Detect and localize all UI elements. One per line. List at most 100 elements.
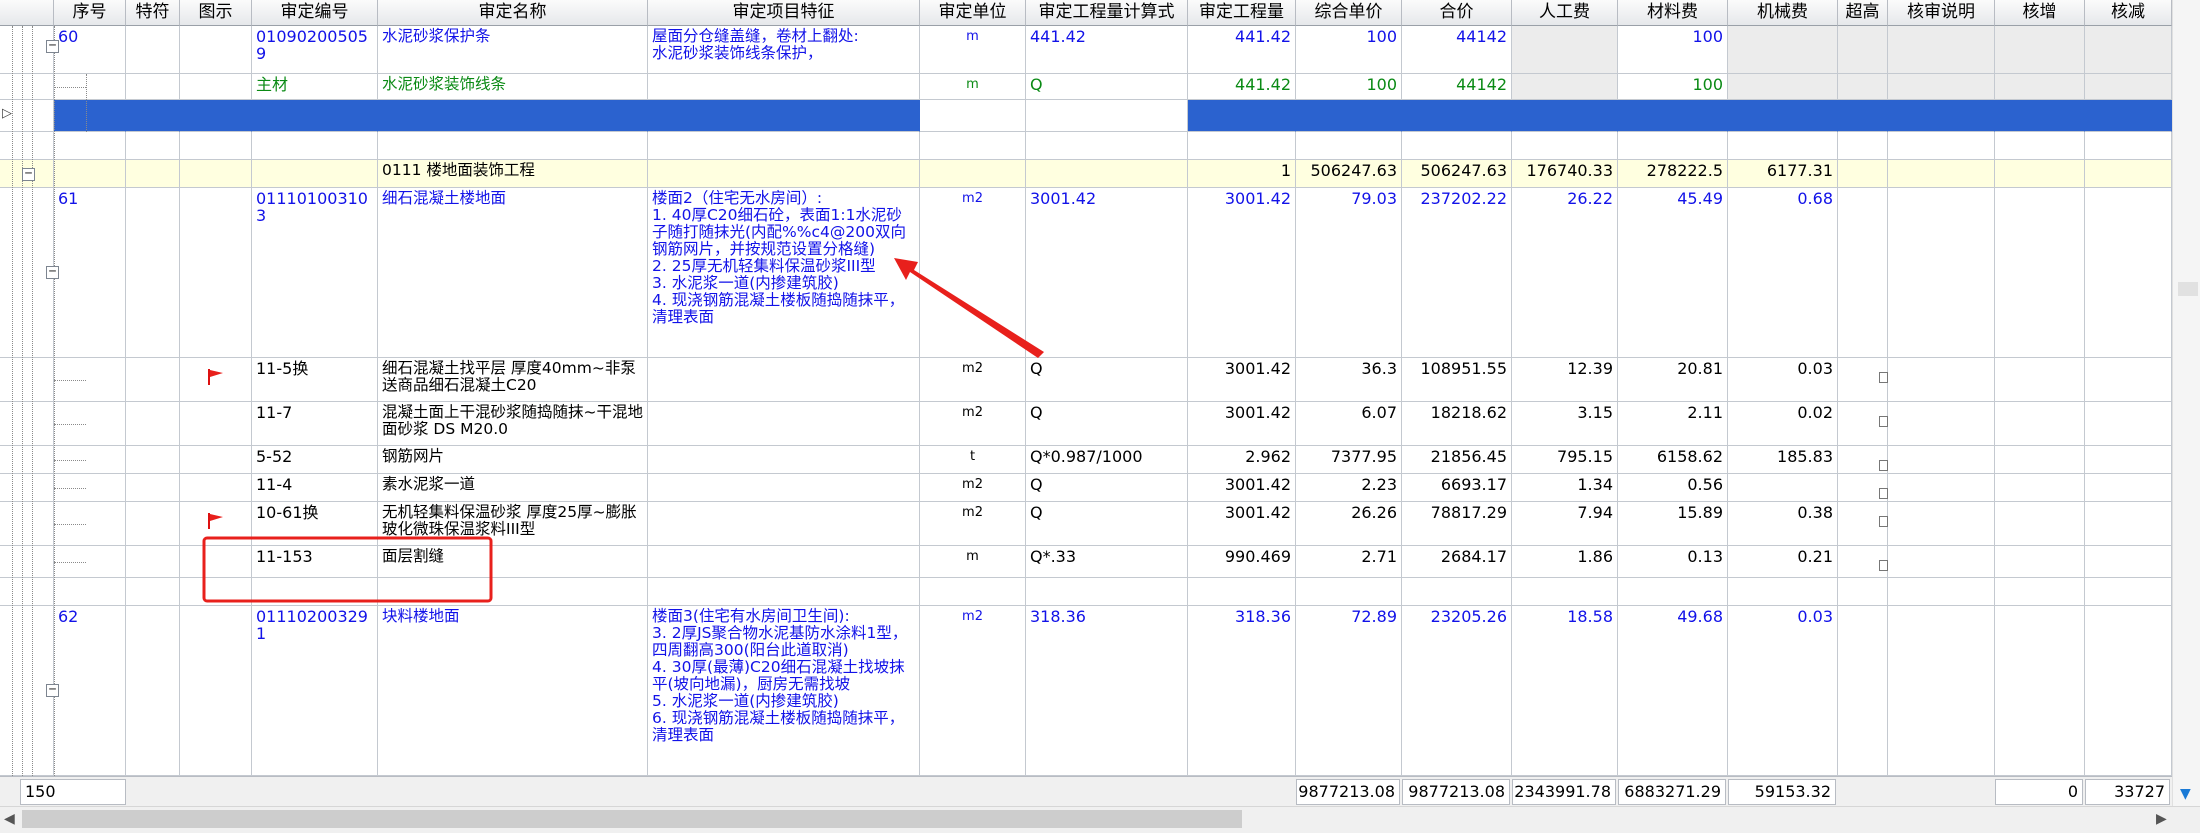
cell-dec[interactable]	[2085, 606, 2172, 776]
cell-inc[interactable]	[1995, 188, 2085, 358]
column-header-name[interactable]: 审定名称	[378, 0, 648, 26]
cell-labor[interactable]: 26.22	[1512, 188, 1618, 358]
cell-total[interactable]: 44142	[1402, 26, 1512, 74]
cell-seq[interactable]	[54, 160, 126, 188]
cell-dec[interactable]	[2085, 74, 2172, 100]
column-header-labor[interactable]: 人工费	[1512, 0, 1618, 26]
cell-price[interactable]: 100	[1296, 26, 1402, 74]
scroll-left-arrow-icon[interactable]: ◀	[4, 811, 18, 827]
cell-qty[interactable]: 1	[1188, 160, 1296, 188]
cell-total[interactable]: 78817.29	[1402, 502, 1512, 546]
cell-img[interactable]	[180, 606, 252, 776]
cell-super[interactable]	[1838, 160, 1888, 188]
cell-note[interactable]	[1888, 74, 1995, 100]
cell-mach[interactable]	[1728, 474, 1838, 502]
column-header-mach[interactable]: 机械费	[1728, 0, 1838, 26]
cell-qty[interactable]: 3001.42	[1188, 502, 1296, 546]
cell-spec[interactable]	[126, 606, 180, 776]
selected-row-cell-note[interactable]	[1888, 100, 1995, 132]
selected-row-cell-code[interactable]	[252, 100, 378, 132]
column-header-spec[interactable]: 特符	[126, 0, 180, 26]
cell-note[interactable]	[1888, 402, 1995, 446]
cell-mach[interactable]	[1728, 74, 1838, 100]
cell-formula[interactable]: Q	[1026, 474, 1188, 502]
cell-feature[interactable]: 楼面2（住宅无水房间）: 1. 40厚C20细石砼，表面1:1水泥砂子随打随抹光…	[648, 188, 920, 358]
cell-inc[interactable]	[1995, 446, 2085, 474]
cell-mach[interactable]: 0.68	[1728, 188, 1838, 358]
cell-spec[interactable]	[126, 446, 180, 474]
cell-code[interactable]: 11-4	[252, 474, 378, 502]
cell-total[interactable]: 506247.63	[1402, 160, 1512, 188]
cell-feature[interactable]	[648, 446, 920, 474]
selected-row-cell-seq[interactable]	[54, 100, 126, 132]
cell-qty[interactable]: 441.42	[1188, 74, 1296, 100]
column-header-price[interactable]: 综合单价	[1296, 0, 1402, 26]
row-count-field[interactable]: 150	[20, 779, 126, 805]
cell-img[interactable]	[180, 188, 252, 358]
cell-img[interactable]	[180, 26, 252, 74]
cell-code[interactable]: 011101003103	[252, 188, 378, 358]
cell-note[interactable]	[1888, 358, 1995, 402]
cell-mat[interactable]: 2.11	[1618, 402, 1728, 446]
cell-name[interactable]: 混凝土面上干混砂浆随捣随抹~干混地面砂浆 DS M20.0	[378, 402, 648, 446]
cell-unit[interactable]: m2	[920, 358, 1026, 402]
column-header-code[interactable]: 审定编号	[252, 0, 378, 26]
collapse-toggle-row-60[interactable]: −	[46, 39, 59, 53]
row-checkbox[interactable]	[1879, 460, 1888, 471]
cell-price[interactable]: 6.07	[1296, 402, 1402, 446]
cell-feature[interactable]	[648, 74, 920, 100]
cell-code[interactable]: 10-61换	[252, 502, 378, 546]
cell-inc[interactable]	[1995, 402, 2085, 446]
scroll-right-arrow-icon[interactable]: ▶	[2156, 811, 2170, 827]
cell-unit[interactable]: m2	[920, 474, 1026, 502]
column-header-img[interactable]: 图示	[180, 0, 252, 26]
cell-unit[interactable]: m	[920, 74, 1026, 100]
cell-dec[interactable]	[2085, 446, 2172, 474]
cell-qty[interactable]: 2.962	[1188, 446, 1296, 474]
cell-unit[interactable]: m2	[920, 402, 1026, 446]
cell-super[interactable]	[1838, 188, 1888, 358]
column-header-qty[interactable]: 审定工程量	[1188, 0, 1296, 26]
cell-inc[interactable]	[1995, 74, 2085, 100]
cell-labor[interactable]: 1.86	[1512, 546, 1618, 578]
cell-name[interactable]: 水泥砂浆保护条	[378, 26, 648, 74]
cell-seq[interactable]: 60	[54, 26, 126, 74]
cell-formula[interactable]: 441.42	[1026, 26, 1188, 74]
selected-row-cell-super[interactable]	[1838, 100, 1888, 132]
cell-formula[interactable]: Q	[1026, 358, 1188, 402]
cell-dec[interactable]	[2085, 26, 2172, 74]
cell-labor[interactable]: 795.15	[1512, 446, 1618, 474]
cell-name[interactable]: 0111 楼地面装饰工程	[378, 160, 648, 188]
cell-feature[interactable]	[648, 474, 920, 502]
selected-row-cell-labor[interactable]	[1512, 100, 1618, 132]
cell-price[interactable]: 100	[1296, 74, 1402, 100]
cell-name[interactable]: 水泥砂浆装饰线条	[378, 74, 648, 100]
cell-labor[interactable]: 18.58	[1512, 606, 1618, 776]
selected-row-cell-dec[interactable]	[2085, 100, 2172, 132]
cell-formula[interactable]: Q	[1026, 74, 1188, 100]
cell-labor[interactable]: 3.15	[1512, 402, 1618, 446]
cell-mach[interactable]: 0.03	[1728, 606, 1838, 776]
column-header-dec[interactable]: 核减	[2085, 0, 2172, 26]
vertical-scrollbar[interactable]	[2172, 0, 2200, 806]
cell-note[interactable]	[1888, 502, 1995, 546]
selected-row-cell-name[interactable]	[378, 100, 648, 132]
column-header-note[interactable]: 核审说明	[1888, 0, 1995, 26]
cell-spec[interactable]	[126, 26, 180, 74]
cell-name[interactable]: 钢筋网片	[378, 446, 648, 474]
cell-mach[interactable]: 0.38	[1728, 502, 1838, 546]
cell-img[interactable]	[180, 546, 252, 578]
cell-img[interactable]	[180, 160, 252, 188]
cell-labor[interactable]: 1.34	[1512, 474, 1618, 502]
cell-mat[interactable]: 49.68	[1618, 606, 1728, 776]
cell-note[interactable]	[1888, 160, 1995, 188]
cell-labor[interactable]: 12.39	[1512, 358, 1618, 402]
cell-labor[interactable]	[1512, 74, 1618, 100]
cell-code[interactable]: 5-52	[252, 446, 378, 474]
collapse-toggle-row-62[interactable]: −	[46, 683, 59, 697]
selected-row-cell-mat[interactable]	[1618, 100, 1728, 132]
cell-price[interactable]: 26.26	[1296, 502, 1402, 546]
cell-dec[interactable]	[2085, 502, 2172, 546]
cell-inc[interactable]	[1995, 502, 2085, 546]
cell-formula[interactable]: Q*.33	[1026, 546, 1188, 578]
